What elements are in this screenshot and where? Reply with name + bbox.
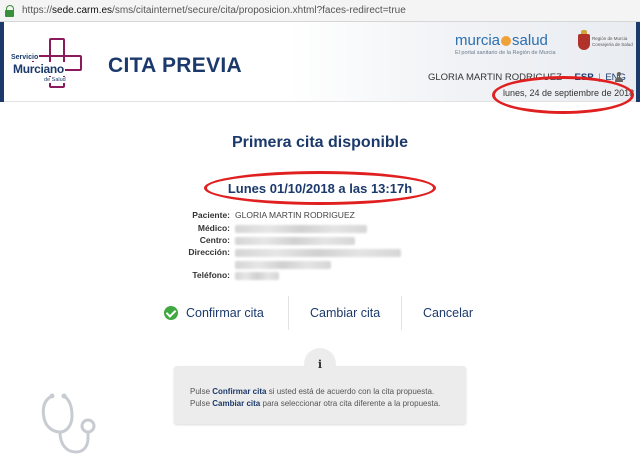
annotation-circle-appointment <box>204 171 436 205</box>
detail-row-address-2 <box>235 259 331 269</box>
redacted-value <box>235 260 331 269</box>
info-line-change: Pulse Cambiar cita para seleccionar otra… <box>190 399 441 408</box>
info-line-confirm: Pulse Confirmar cita si usted está de ac… <box>190 387 435 396</box>
action-divider <box>401 296 402 330</box>
redacted-value <box>235 224 367 233</box>
url-text[interactable]: https://sede.carm.es/sms/citainternet/se… <box>22 5 406 16</box>
cancel-button[interactable]: Cancelar <box>423 296 473 330</box>
redacted-value <box>235 236 355 245</box>
confirm-appointment-button[interactable]: Confirmar cita <box>164 296 264 330</box>
redacted-value <box>235 271 279 280</box>
detail-row-doctor: Médico: <box>160 223 367 233</box>
header-right-accent <box>636 22 640 102</box>
change-appointment-button[interactable]: Cambiar cita <box>310 296 380 330</box>
page-title: Primera cita disponible <box>231 134 409 151</box>
lock-icon <box>4 4 16 17</box>
redacted-value <box>235 248 401 257</box>
info-icon: i <box>304 348 336 380</box>
crest-icon <box>578 30 590 50</box>
stethoscope-icon <box>41 393 96 454</box>
address-bar[interactable]: https://sede.carm.es/sms/citainternet/se… <box>0 0 640 22</box>
brand-dot-icon <box>501 36 512 46</box>
app-title: CITA PREVIA <box>108 54 242 77</box>
sms-logo[interactable]: Servicio Murciano de Salud <box>10 38 86 90</box>
detail-row-phone: Teléfono: <box>160 270 279 280</box>
detail-row-center: Centro: <box>160 235 355 245</box>
action-divider <box>288 296 289 330</box>
annotation-circle-date <box>492 76 634 114</box>
murcia-salud-logo[interactable]: murcia salud El portal sanitario de la Re… <box>455 32 556 56</box>
action-bar: Confirmar cita Cambiar cita Cancelar <box>158 296 488 330</box>
detail-row-address: Dirección: <box>160 247 401 257</box>
header-left-accent <box>0 22 4 102</box>
detail-row-patient: Paciente: GLORIA MARTIN RODRIGUEZ <box>192 210 355 220</box>
region-murcia-logo[interactable]: Región de Murcia Consejería de Salud <box>578 30 633 60</box>
check-circle-icon <box>164 306 178 320</box>
person-icon[interactable] <box>614 72 624 82</box>
